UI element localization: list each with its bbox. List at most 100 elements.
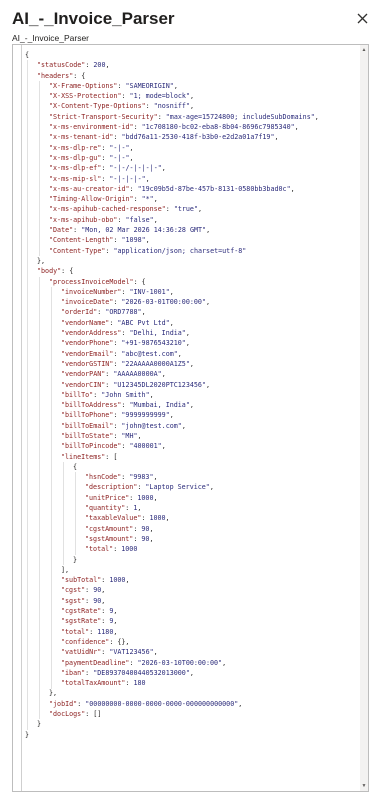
json-key: "cgstAmount" (85, 524, 134, 533)
json-key: "sgstAmount" (85, 534, 134, 543)
json-value: "2026-03-10T00:00:00" (137, 658, 223, 667)
scrollbar[interactable]: ▲ ▼ (360, 45, 368, 791)
code-line: "x-ms-environment-id": "1c708180-bc02-eb… (25, 122, 356, 132)
json-punct: , (113, 627, 118, 636)
code-line: "confidence": {}, (25, 637, 356, 647)
code-line: "X-Frame-Options": "SAMEORIGIN", (25, 81, 356, 91)
code-line: { (25, 462, 356, 472)
json-key: "quantity" (85, 504, 126, 513)
json-punct: } (73, 555, 78, 564)
code-line: "orderId": "ORD7788", (25, 307, 356, 317)
json-key: "processInvoiceModel" (49, 277, 134, 286)
json-punct: , (189, 401, 194, 410)
code-line: "vendorName": "ABC Pvt Ltd", (25, 318, 356, 328)
json-value: "-|-|-|-" (109, 174, 146, 183)
code-line: "vatUidNr": "VAT123456", (25, 647, 356, 657)
json-value: "John Smith" (101, 390, 150, 399)
code-line: "x-ms-dlp-gu": "-|-", (25, 153, 356, 163)
json-punct: , (141, 308, 146, 317)
json-value: "application/json; charset=utf-8" (113, 246, 247, 255)
json-value: "9983" (129, 473, 154, 482)
code-line: "x-ms-mip-sl": "-|-|-|-", (25, 174, 356, 184)
json-key: "billTo" (61, 390, 94, 399)
code-line: "lineItems": [ (25, 452, 356, 462)
json-punct: , (145, 236, 150, 245)
json-key: "vendorCIN" (61, 380, 106, 389)
json-value: "00000000-0000-0000-0000-000000000000" (85, 699, 239, 708)
scroll-down-icon[interactable]: ▼ (360, 782, 368, 790)
json-punct: : { (133, 277, 146, 286)
scroll-up-icon[interactable]: ▲ (360, 46, 368, 54)
code-line: "docLogs": [] (25, 709, 356, 719)
json-punct: , (161, 370, 166, 379)
json-punct: , (153, 473, 158, 482)
code-line: "x-ms-au-creator-id": "19c09b5d-87be-457… (25, 184, 356, 194)
json-punct: , (169, 287, 174, 296)
json-punct: { (25, 51, 30, 59)
json-value: "nosniff" (153, 102, 190, 111)
json-punct: , (129, 153, 134, 162)
code-line: "billToPincode": "400001", (25, 441, 356, 451)
indent-guide (51, 286, 52, 689)
json-punct: : { (61, 267, 74, 276)
json-punct: , (189, 92, 194, 101)
json-key: "docLogs" (49, 710, 86, 718)
json-punct: , (205, 380, 210, 389)
json-key: "x-ms-dlp-re" (49, 143, 102, 152)
json-code-block: {"statusCode": 200, "headers": {"X-Frame-… (25, 50, 356, 740)
json-key: "x-ms-apihub-cached-response" (49, 205, 166, 214)
indent-guide (27, 60, 28, 730)
json-punct: : (117, 81, 126, 90)
json-key: "billToEmail" (61, 421, 114, 430)
json-punct: , (153, 215, 158, 224)
json-value: "ABC Pvt Ltd" (117, 318, 170, 327)
code-line: "billToAddress": "Mumbai, India", (25, 400, 356, 410)
json-value: "MH" (121, 431, 138, 440)
close-icon[interactable] (352, 8, 372, 28)
code-line: "x-ms-apihub-obo": "false", (25, 215, 356, 225)
json-punct: , (169, 411, 174, 420)
code-line: "Content-Type": "application/json; chars… (25, 246, 356, 256)
json-punct: , (149, 390, 154, 399)
json-punct: : (117, 215, 126, 224)
json-punct: , (101, 586, 106, 595)
json-value: 1000 (109, 576, 126, 585)
json-key: "billToAddress" (61, 401, 122, 410)
json-output-viewer[interactable]: {"statusCode": 200, "headers": {"X-Frame-… (12, 44, 369, 792)
code-line: ], (25, 565, 356, 575)
json-key: "Content-Length" (49, 236, 114, 245)
json-value: "false" (125, 215, 154, 224)
json-punct: , (161, 442, 166, 451)
json-punct: ], (61, 565, 70, 574)
json-key: "cgstRate" (61, 607, 102, 616)
json-punct: , (222, 658, 227, 667)
json-value: 180 (133, 679, 146, 688)
json-value: "true" (173, 205, 198, 214)
json-punct: , (149, 524, 154, 533)
json-punct: , (189, 668, 194, 677)
json-key: "x-ms-environment-id" (49, 123, 134, 132)
json-key: "Date" (49, 226, 74, 235)
json-key: "invoiceDate" (61, 298, 114, 307)
json-value: 200 (93, 61, 106, 70)
code-line: "vendorCIN": "U12345DL2020PTC123456", (25, 380, 356, 390)
code-line: "subTotal": 1000, (25, 575, 356, 585)
json-punct: } (37, 720, 42, 729)
panel-subtitle: AI_-_Invoice_Parser (12, 33, 90, 43)
json-punct: , (161, 164, 166, 173)
json-punct: , (205, 298, 210, 307)
code-line: "headers": { (25, 71, 356, 81)
json-key: "taxableValue" (85, 514, 142, 523)
json-key: "paymentDeadline" (61, 658, 130, 667)
json-key: "total" (61, 627, 90, 636)
json-value: "1; mode=block" (129, 92, 190, 101)
json-value: "AAAAA0000A" (113, 370, 162, 379)
json-key: "hsnCode" (85, 473, 122, 482)
json-punct: : (157, 112, 166, 121)
json-key: "x-ms-apihub-obo" (49, 215, 118, 224)
json-value: "9999999999" (121, 411, 170, 420)
json-value: "Mumbai, India" (129, 401, 190, 410)
panel-title: AI_-_Invoice_Parser (12, 9, 175, 28)
code-line: "paymentDeadline": "2026-03-10T00:00:00"… (25, 658, 356, 668)
json-punct: , (238, 699, 243, 708)
